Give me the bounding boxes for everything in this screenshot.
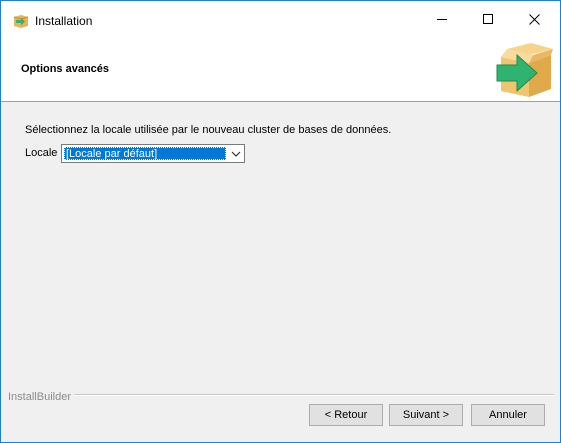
installbuilder-brand: InstallBuilder [8,391,71,403]
chevron-down-icon[interactable] [228,145,244,162]
page-title: Options avancés [21,63,110,75]
locale-select[interactable]: [Locale par défaut] [61,144,245,163]
page-header: Options avancés [1,37,560,101]
minimize-button[interactable] [419,1,465,37]
installer-box-arrow-icon [13,15,29,28]
next-button[interactable]: Suivant > [389,404,463,426]
locale-select-value: [Locale par défaut] [64,147,226,160]
content-area: Sélectionnez la locale utilisée par le n… [1,102,560,394]
installer-window: Installation Options avancés Sélectionne… [0,0,561,443]
cancel-button[interactable]: Annuler [471,404,545,426]
footer-divider-highlight [74,395,554,396]
close-button[interactable] [511,1,557,37]
back-button[interactable]: < Retour [309,404,383,426]
window-title: Installation [35,14,93,28]
title-bar[interactable]: Installation [1,1,560,37]
installer-box-arrow-icon [496,43,553,97]
maximize-button[interactable] [465,1,511,37]
locale-label: Locale [25,147,58,159]
locale-description: Sélectionnez la locale utilisée par le n… [25,124,392,136]
maximize-icon [482,13,493,24]
minimize-icon [436,18,447,20]
close-icon [528,13,540,25]
